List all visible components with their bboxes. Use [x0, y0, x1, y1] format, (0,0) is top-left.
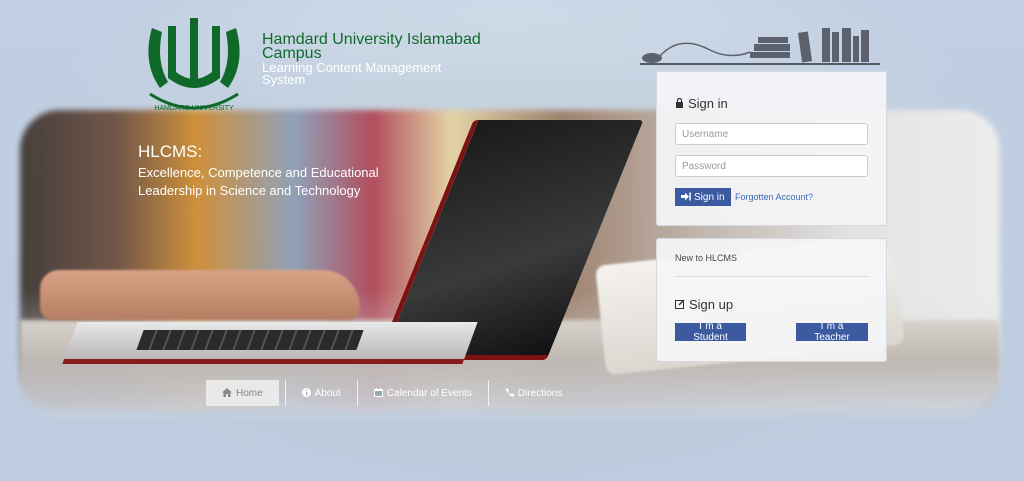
nav-calendar[interactable]: Calendar of Events [356, 380, 488, 406]
background-laptop-keyboard [136, 330, 364, 350]
signup-title: Sign up [689, 297, 734, 312]
signin-button-label: Sign in [694, 191, 725, 203]
teacher-signup-button[interactable]: I`m a Teacher [796, 321, 868, 343]
password-field[interactable] [675, 155, 868, 177]
nav-directions[interactable]: Directions [487, 380, 578, 406]
background-hand [40, 270, 360, 320]
university-name: Hamdard University Islamabad Campus [262, 31, 481, 62]
info-icon [301, 387, 311, 399]
books-decoration-icon [640, 28, 880, 65]
university-logo: HAMDARD UNIVERSITY [148, 18, 240, 112]
nav-about-label: About [314, 387, 341, 399]
nav-calendar-label: Calendar of Events [386, 387, 472, 399]
home-icon [222, 387, 232, 399]
signup-panel: New to HLCMS Sign up I`m a Student I`m a… [656, 238, 887, 362]
new-to-text: New to HLCMS [675, 253, 738, 263]
signup-heading: Sign up [675, 297, 733, 312]
tagline-title: HLCMS: [138, 142, 203, 161]
main-nav: Home About Calendar of Events Directions [200, 380, 578, 406]
nav-home[interactable]: Home [206, 380, 279, 406]
signin-title: Sign in [688, 96, 728, 111]
calendar-icon [373, 387, 383, 399]
logo-text: HAMDARD UNIVERSITY [154, 105, 234, 112]
lock-icon [675, 97, 684, 110]
nav-directions-label: Directions [517, 387, 563, 399]
nav-about[interactable]: About [284, 380, 357, 406]
signin-panel: Sign in Sign in Forgotten Account? [656, 71, 887, 226]
student-signup-button[interactable]: I`m a Student [675, 321, 746, 343]
signin-button[interactable]: Sign in [675, 188, 731, 206]
username-field[interactable] [675, 123, 868, 145]
forgot-account-link[interactable]: Forgotten Account? [735, 192, 813, 202]
signin-heading: Sign in [675, 96, 728, 111]
signup-divider [675, 276, 868, 277]
signin-arrow-icon [681, 192, 691, 203]
system-name: Learning Content Management System [262, 60, 442, 87]
tagline-text: Excellence, Competence and Educational L… [138, 165, 379, 198]
edit-icon [675, 299, 685, 311]
phone-icon [505, 388, 514, 399]
nav-home-label: Home [236, 387, 263, 399]
